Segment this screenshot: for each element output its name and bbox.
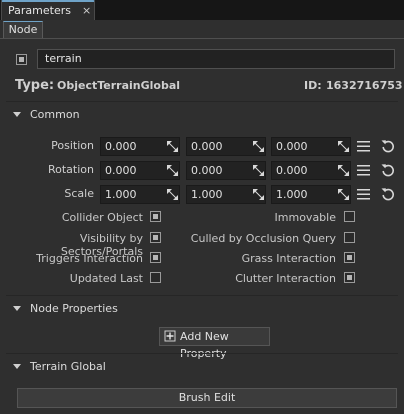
triggers-interaction-checkbox[interactable] [150, 252, 161, 263]
node-enabled-checkbox[interactable] [16, 54, 27, 65]
plus-icon [164, 330, 176, 342]
updated-last-checkbox[interactable] [150, 272, 161, 283]
node-properties-section-header[interactable]: Node Properties [0, 300, 404, 318]
menu-icon[interactable] [357, 141, 370, 152]
type-label: Type: [15, 78, 55, 93]
drag-arrows-icon[interactable] [167, 141, 178, 152]
scale-label: Scale [64, 187, 94, 200]
chevron-down-icon [13, 306, 21, 311]
culled-occlusion-checkbox[interactable] [344, 232, 355, 243]
clutter-interaction-label: Clutter Interaction [235, 272, 336, 285]
collider-object-label: Collider Object [61, 211, 143, 224]
drag-arrows-icon[interactable] [253, 141, 264, 152]
id-label: ID: [304, 79, 322, 92]
collider-object-checkbox[interactable] [150, 211, 161, 222]
menu-icon[interactable] [357, 189, 370, 200]
close-icon[interactable]: × [82, 4, 91, 17]
type-value: ObjectTerrainGlobal [57, 79, 181, 92]
immovable-checkbox[interactable] [344, 211, 355, 222]
position-label: Position [51, 139, 94, 152]
chevron-down-icon [13, 364, 21, 369]
section-divider [6, 353, 398, 354]
reset-icon[interactable] [381, 139, 395, 153]
rotation-label: Rotation [47, 163, 94, 176]
id-value: 1632716753 [326, 79, 403, 92]
common-section-header[interactable]: Common [0, 106, 404, 124]
node-name-input[interactable]: terrain [37, 49, 395, 69]
chevron-down-icon [13, 112, 21, 117]
grass-interaction-label: Grass Interaction [241, 252, 336, 265]
reset-icon[interactable] [381, 163, 395, 177]
subtab-divider [0, 38, 404, 39]
brush-edit-button[interactable]: Brush Edit [17, 388, 397, 408]
drag-arrows-icon[interactable] [338, 141, 349, 152]
drag-arrows-icon[interactable] [338, 165, 349, 176]
tab-parameters-label: Parameters [8, 4, 71, 17]
add-new-property-button[interactable]: Add New Property [159, 327, 270, 360]
tab-parameters[interactable]: Parameters × [1, 0, 95, 20]
section-divider [6, 295, 398, 296]
grass-interaction-checkbox[interactable] [344, 252, 355, 263]
clutter-interaction-checkbox[interactable] [344, 272, 355, 283]
culled-occlusion-label: Culled by Occlusion Query [190, 232, 336, 245]
add-new-property-label: Add New Property [180, 330, 229, 360]
reset-icon[interactable] [381, 187, 395, 201]
tab-node[interactable]: Node [3, 21, 43, 39]
triggers-interaction-label: Triggers Interaction [36, 252, 143, 265]
terrain-global-section-header[interactable]: Terrain Global [0, 358, 404, 376]
visibility-sectors-checkbox[interactable] [150, 232, 161, 243]
drag-arrows-icon[interactable] [253, 189, 264, 200]
drag-arrows-icon[interactable] [253, 165, 264, 176]
section-divider [6, 101, 398, 102]
drag-arrows-icon[interactable] [167, 165, 178, 176]
node-properties-section-title: Node Properties [30, 302, 118, 315]
drag-arrows-icon[interactable] [167, 189, 178, 200]
common-section-title: Common [30, 108, 80, 121]
terrain-global-section-title: Terrain Global [30, 360, 106, 373]
immovable-label: Immovable [274, 211, 336, 224]
menu-icon[interactable] [357, 165, 370, 176]
updated-last-label: Updated Last [69, 272, 143, 285]
drag-arrows-icon[interactable] [338, 189, 349, 200]
